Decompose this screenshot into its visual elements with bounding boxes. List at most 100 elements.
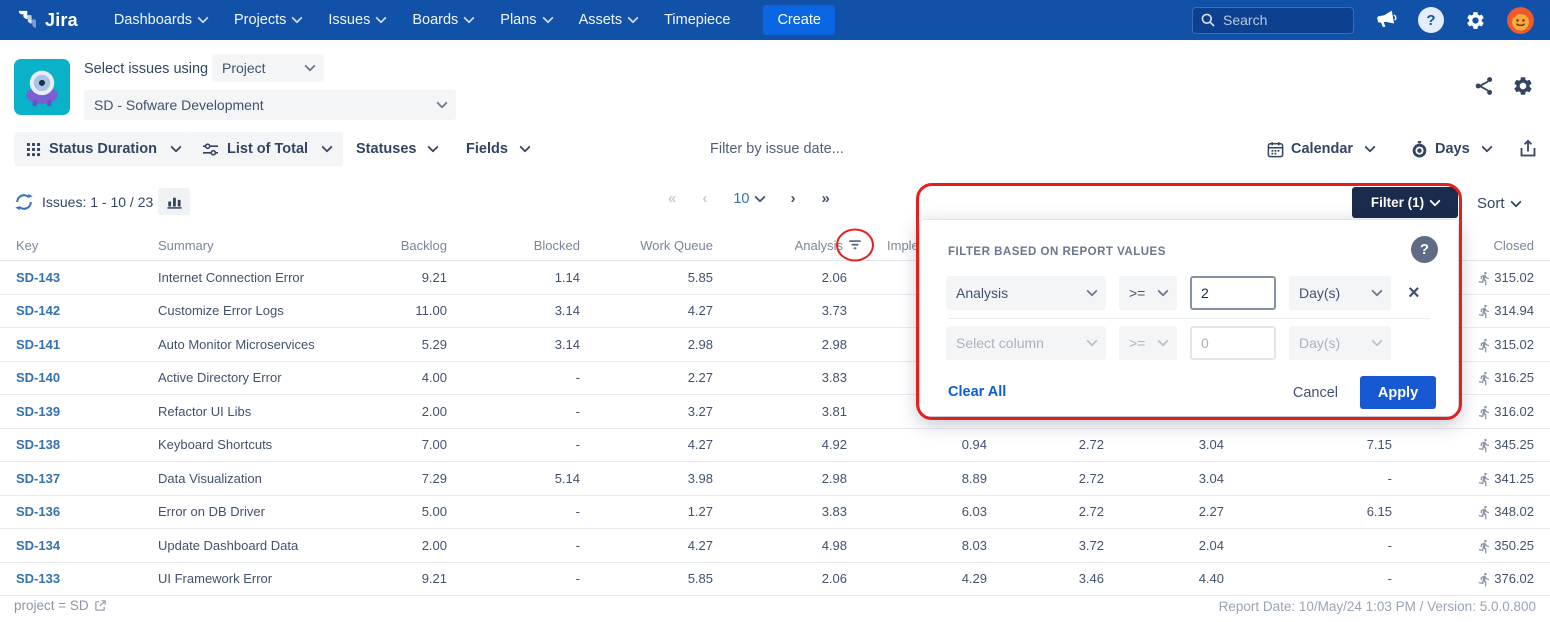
duration-cell: 3.14 (447, 303, 580, 318)
issue-source-dropdown[interactable]: Project (212, 54, 324, 82)
duration-cell: - (447, 538, 580, 553)
stopwatch-icon (1410, 140, 1429, 159)
remove-filter-icon[interactable]: × (1408, 283, 1420, 303)
nav-menu-dashboards[interactable]: Dashboards (114, 12, 207, 28)
duration-cell: 4.92 (713, 437, 847, 452)
issue-date-filter-input[interactable]: Filter by issue date... (710, 141, 844, 157)
column-filter-funnel-icon[interactable] (848, 239, 862, 251)
jql-footer-link[interactable]: project = SD (14, 598, 107, 613)
duration-cell: 4.98 (713, 538, 847, 553)
duration-cell: 4.40 (1104, 571, 1224, 586)
table-row: SD-136Error on DB Driver5.00-1.273.836.0… (0, 495, 1550, 529)
sort-dropdown[interactable]: Sort (1477, 195, 1520, 212)
duration-cell: 7.29 (365, 471, 447, 486)
nav-menu-assets[interactable]: Assets (579, 12, 638, 28)
issue-key-link[interactable]: SD-143 (16, 270, 158, 285)
filter-popup: FILTER BASED ON REPORT VALUES ? Analysis… (920, 220, 1458, 416)
calendar-dropdown[interactable]: Calendar (1266, 132, 1374, 166)
duration-cell: 5.00 (365, 504, 447, 519)
brand-text: Jira (45, 10, 78, 31)
duration-cell: 2.98 (713, 471, 847, 486)
duration-cell: 8.89 (847, 471, 987, 486)
column-header-summary: Summary (158, 238, 365, 253)
cancel-button[interactable]: Cancel (1293, 385, 1338, 401)
duration-cell: 3.04 (1104, 437, 1224, 452)
jira-mark-icon (16, 9, 38, 31)
report-type-dropdown[interactable]: Status Duration (14, 132, 192, 166)
chart-view-toggle[interactable] (158, 188, 190, 215)
statuses-dropdown[interactable]: Statuses (356, 132, 437, 166)
time-unit-dropdown[interactable]: Days (1410, 132, 1491, 166)
nav-menu-projects[interactable]: Projects (234, 12, 301, 28)
prev-page-button[interactable]: ‹ (702, 190, 707, 207)
search-input[interactable] (1192, 7, 1354, 34)
duration-cell: 1.27 (580, 504, 713, 519)
issue-key-link[interactable]: SD-134 (16, 538, 158, 553)
page-size-dropdown[interactable]: 10 (733, 191, 764, 207)
global-search[interactable] (1192, 7, 1354, 34)
closed-duration-cell: 345.25 (1392, 437, 1534, 452)
chevron-down-icon (755, 191, 766, 202)
nav-menu-timepiece[interactable]: Timepiece (664, 12, 730, 28)
filter-column-select[interactable]: Analysis (946, 276, 1106, 310)
table-row: SD-138Keyboard Shortcuts7.00-4.274.920.9… (0, 428, 1550, 462)
issue-key-link[interactable]: SD-133 (16, 571, 158, 586)
table-row: SD-137Data Visualization7.295.143.982.98… (0, 461, 1550, 495)
issue-key-link[interactable]: SD-141 (16, 337, 158, 352)
still-running-icon (1477, 472, 1492, 487)
duration-cell: 5.29 (365, 337, 447, 352)
share-icon[interactable] (1473, 75, 1495, 97)
clear-all-link[interactable]: Clear All (948, 384, 1006, 400)
refresh-icon[interactable] (14, 192, 34, 217)
fields-dropdown[interactable]: Fields (466, 132, 529, 166)
issue-summary: Update Dashboard Data (158, 538, 365, 553)
filter-unit-select-empty[interactable]: Day(s) (1289, 326, 1391, 360)
filter-value-input[interactable] (1190, 276, 1276, 310)
still-running-icon (1477, 405, 1492, 420)
duration-cell: 3.73 (713, 303, 847, 318)
settings-gear-icon[interactable] (1465, 10, 1486, 31)
jira-logo[interactable]: Jira (16, 9, 78, 31)
issue-key-link[interactable]: SD-142 (16, 303, 158, 318)
apply-button[interactable]: Apply (1360, 376, 1436, 409)
project-dropdown[interactable]: SD - Sofware Development (84, 90, 456, 120)
filter-column-select-empty[interactable]: Select column (946, 326, 1106, 360)
user-avatar[interactable] (1507, 7, 1534, 34)
create-button[interactable]: Create (763, 5, 835, 35)
nav-menu-boards[interactable]: Boards (412, 12, 473, 28)
next-page-button[interactable]: › (790, 190, 795, 207)
duration-cell: - (447, 370, 580, 385)
filter-operator-select-empty[interactable]: >= (1119, 326, 1177, 360)
filter-operator-select[interactable]: >= (1119, 276, 1177, 310)
issue-key-link[interactable]: SD-140 (16, 370, 158, 385)
issue-key-link[interactable]: SD-139 (16, 404, 158, 419)
nav-menu-issues[interactable]: Issues (328, 12, 385, 28)
duration-cell: 2.98 (713, 337, 847, 352)
report-settings-gear-icon[interactable] (1512, 75, 1534, 97)
issue-key-link[interactable]: SD-137 (16, 471, 158, 486)
closed-duration-cell: 341.25 (1392, 471, 1534, 486)
first-page-button[interactable]: « (668, 190, 676, 207)
duration-cell: 9.21 (365, 270, 447, 285)
duration-cell: 3.83 (713, 370, 847, 385)
filter-row-1: Analysis >= Day(s) × (946, 276, 1420, 310)
chevron-down-icon (376, 12, 387, 23)
issue-key-link[interactable]: SD-138 (16, 437, 158, 452)
announcements-icon[interactable] (1375, 9, 1397, 31)
issue-summary: UI Framework Error (158, 571, 365, 586)
filter-unit-select[interactable]: Day(s) (1289, 276, 1391, 310)
duration-cell: 3.81 (713, 404, 847, 419)
duration-cell: - (447, 571, 580, 586)
duration-cell: 9.21 (365, 571, 447, 586)
issue-key-link[interactable]: SD-136 (16, 504, 158, 519)
filter-button[interactable]: Filter (1) (1352, 187, 1458, 218)
chevron-down-icon (1481, 141, 1492, 152)
nav-menu-plans[interactable]: Plans (500, 12, 551, 28)
filter-value-input-empty[interactable] (1190, 326, 1276, 360)
calendar-icon (1266, 140, 1285, 159)
export-icon[interactable] (1518, 138, 1538, 159)
filter-help-icon[interactable]: ? (1411, 236, 1438, 263)
last-page-button[interactable]: » (821, 190, 829, 207)
help-icon[interactable]: ? (1418, 7, 1444, 33)
view-mode-dropdown[interactable]: List of Total (190, 132, 343, 166)
